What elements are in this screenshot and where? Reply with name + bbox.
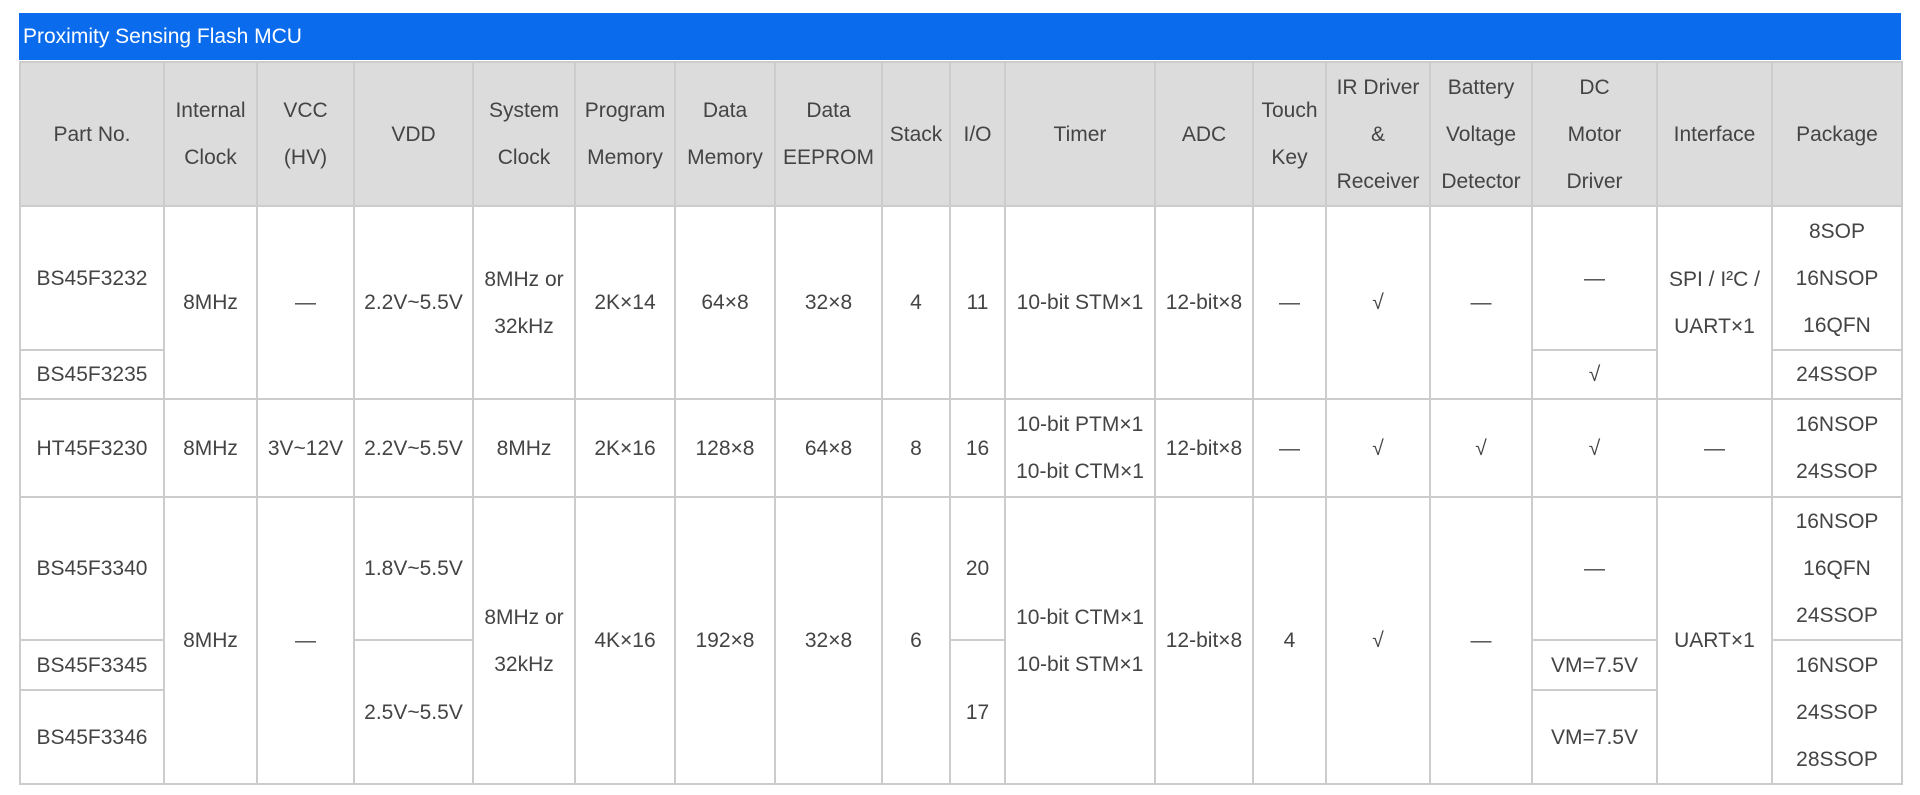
- header-ir-driver: IR Driver & Receiver: [1325, 61, 1431, 207]
- ir-driver-cell: √: [1325, 398, 1431, 498]
- program-memory-cell: 4K×16: [574, 496, 676, 785]
- program-memory-cell: 2K×14: [574, 205, 676, 400]
- io-cell: 20: [949, 496, 1006, 641]
- header-interface: Interface: [1656, 61, 1773, 207]
- part-number-cell: BS45F3232: [19, 205, 165, 351]
- interface-cell: —: [1656, 398, 1773, 498]
- stack-cell: 8: [881, 398, 951, 498]
- stack-cell: 6: [881, 496, 951, 785]
- header-program-memory: Program Memory: [574, 61, 676, 207]
- data-memory-cell: 64×8: [674, 205, 776, 400]
- touch-key-cell: 4: [1252, 496, 1327, 785]
- timer-cell: 10-bit CTM×1 10-bit STM×1: [1004, 496, 1156, 785]
- stack-cell: 4: [881, 205, 951, 400]
- header-vdd: VDD: [353, 61, 474, 207]
- internal-clock-cell: 8MHz: [163, 398, 258, 498]
- part-number-cell: HT45F3230: [19, 398, 165, 498]
- package-cell: 8SOP 16NSOP 16QFN: [1771, 205, 1903, 351]
- io-cell: 17: [949, 639, 1006, 785]
- header-io: I/O: [949, 61, 1006, 207]
- adc-cell: 12-bit×8: [1154, 398, 1254, 498]
- header-data-eeprom: Data EEPROM: [774, 61, 883, 207]
- product-table-container: Proximity Sensing Flash MCU Part No. Int…: [19, 13, 1903, 785]
- header-dc-motor-driver: DC Motor Driver: [1531, 61, 1658, 207]
- product-table: Part No. Internal Clock VCC (HV) VDD Syste…: [19, 61, 1903, 785]
- data-eeprom-cell: 32×8: [774, 496, 883, 785]
- io-cell: 11: [949, 205, 1006, 400]
- header-package: Package: [1771, 61, 1903, 207]
- motor-driver-cell: VM=7.5V: [1531, 639, 1658, 691]
- vcc-cell: —: [256, 496, 355, 785]
- package-cell: 24SSOP: [1771, 349, 1903, 400]
- header-stack: Stack: [881, 61, 951, 207]
- data-memory-cell: 192×8: [674, 496, 776, 785]
- adc-cell: 12-bit×8: [1154, 496, 1254, 785]
- ir-driver-cell: √: [1325, 205, 1431, 400]
- data-eeprom-cell: 32×8: [774, 205, 883, 400]
- vcc-cell: 3V~12V: [256, 398, 355, 498]
- vcc-cell: —: [256, 205, 355, 400]
- adc-cell: 12-bit×8: [1154, 205, 1254, 400]
- part-number-cell: BS45F3235: [19, 349, 165, 400]
- vdd-cell: 2.2V~5.5V: [353, 205, 474, 400]
- program-memory-cell: 2K×16: [574, 398, 676, 498]
- internal-clock-cell: 8MHz: [163, 496, 258, 785]
- system-clock-cell: 8MHz: [472, 398, 576, 498]
- part-number-cell: BS45F3340: [19, 496, 165, 641]
- touch-key-cell: —: [1252, 205, 1327, 400]
- motor-driver-cell: —: [1531, 496, 1658, 641]
- vdd-cell: 2.5V~5.5V: [353, 639, 474, 785]
- touch-key-cell: —: [1252, 398, 1327, 498]
- header-vcc: VCC (HV): [256, 61, 355, 207]
- data-memory-cell: 128×8: [674, 398, 776, 498]
- data-eeprom-cell: 64×8: [774, 398, 883, 498]
- header-data-memory: Data Memory: [674, 61, 776, 207]
- package-cell: 16NSOP 24SSOP 28SSOP: [1771, 639, 1903, 785]
- internal-clock-cell: 8MHz: [163, 205, 258, 400]
- io-cell: 16: [949, 398, 1006, 498]
- system-clock-cell: 8MHz or 32kHz: [472, 496, 576, 785]
- system-clock-cell: 8MHz or 32kHz: [472, 205, 576, 400]
- header-adc: ADC: [1154, 61, 1254, 207]
- ir-driver-cell: √: [1325, 496, 1431, 785]
- motor-driver-cell: —: [1531, 205, 1658, 351]
- header-timer: Timer: [1004, 61, 1156, 207]
- header-touch-key: Touch Key: [1252, 61, 1327, 207]
- package-cell: 16NSOP 24SSOP: [1771, 398, 1903, 498]
- motor-driver-cell: √: [1531, 349, 1658, 400]
- header-part-no: Part No.: [19, 61, 165, 207]
- header-battery-detector: Battery Voltage Detector: [1429, 61, 1533, 207]
- part-number-cell: BS45F3345: [19, 639, 165, 691]
- motor-driver-cell: √: [1531, 398, 1658, 498]
- package-cell: 16NSOP 16QFN 24SSOP: [1771, 496, 1903, 641]
- interface-cell: UART×1: [1656, 496, 1773, 785]
- header-system-clock: System Clock: [472, 61, 576, 207]
- battery-detector-cell: —: [1429, 205, 1533, 400]
- interface-cell: SPI / I²C / UART×1: [1656, 205, 1773, 400]
- header-internal-clock: Internal Clock: [163, 61, 258, 207]
- table-row: BS45F3232 8MHz — 2.2V~5.5V 8MHz or 32kHz …: [19, 205, 1903, 400]
- table-title: Proximity Sensing Flash MCU: [19, 13, 1901, 60]
- vdd-cell: 1.8V~5.5V: [353, 496, 474, 641]
- table-row: HT45F3230 8MHz 3V~12V 2.2V~5.5V 8MHz 2K×…: [19, 398, 1903, 498]
- table-row: BS45F3340 8MHz — 1.8V~5.5V 8MHz or 32kHz …: [19, 496, 1903, 785]
- motor-driver-cell: VM=7.5V: [1531, 689, 1658, 785]
- timer-cell: 10-bit PTM×1 10-bit CTM×1: [1004, 398, 1156, 498]
- battery-detector-cell: √: [1429, 398, 1533, 498]
- part-number-cell: BS45F3346: [19, 689, 165, 785]
- vdd-cell: 2.2V~5.5V: [353, 398, 474, 498]
- timer-cell: 10-bit STM×1: [1004, 205, 1156, 400]
- battery-detector-cell: —: [1429, 496, 1533, 785]
- header-row: Part No. Internal Clock VCC (HV) VDD Syste…: [19, 61, 1903, 207]
